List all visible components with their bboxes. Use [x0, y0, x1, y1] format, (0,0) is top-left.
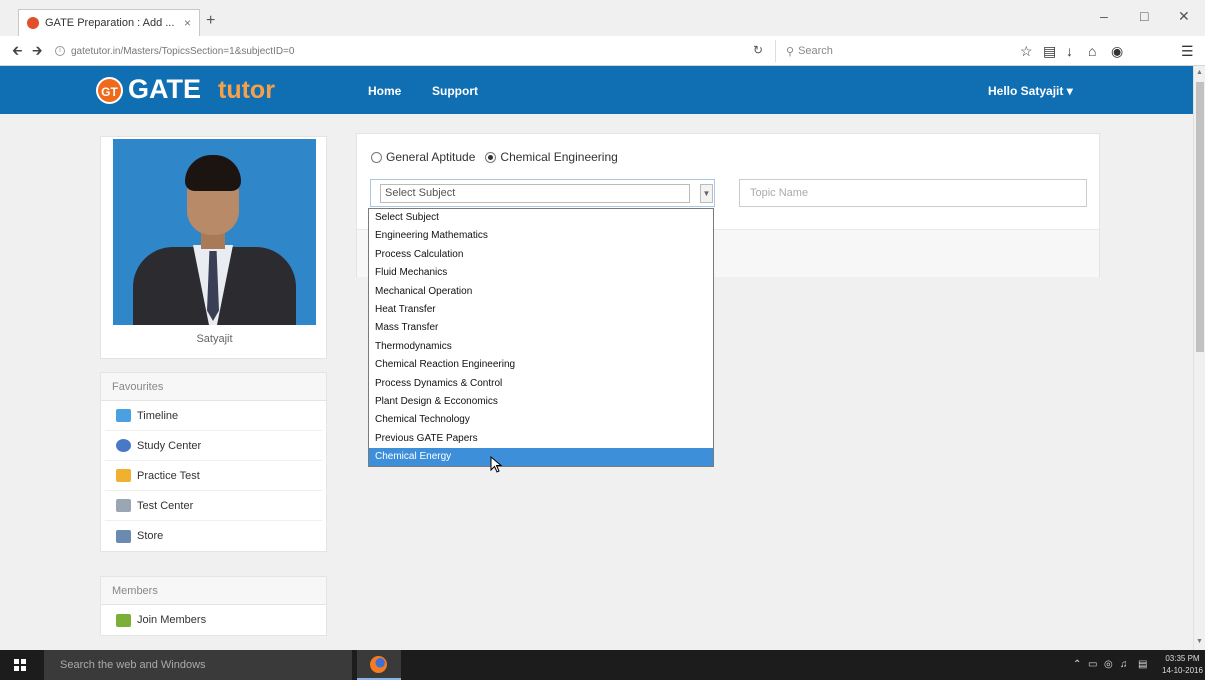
- scroll-thumb[interactable]: [1196, 82, 1204, 352]
- pocket-icon[interactable]: ◉: [1111, 43, 1123, 60]
- radio-general-aptitude-label[interactable]: General Aptitude: [386, 150, 475, 164]
- chevron-down-icon[interactable]: ▼: [700, 184, 713, 203]
- members-item-join[interactable]: Join Members: [105, 605, 322, 635]
- radio-chemical-engineering[interactable]: [485, 151, 497, 163]
- logo-badge[interactable]: GT: [96, 77, 123, 104]
- members-label: Join Members: [137, 614, 207, 626]
- reload-icon[interactable]: ↻: [753, 43, 763, 57]
- download-icon[interactable]: ↓: [1066, 43, 1073, 59]
- bookmark-star-icon[interactable]: ☆: [1020, 43, 1033, 60]
- tray-chevron-icon[interactable]: ⌃: [1073, 659, 1081, 670]
- clock-time: 03:35 PM: [1165, 654, 1200, 663]
- subject-option-highlighted[interactable]: Chemical Energy: [369, 448, 713, 467]
- browser-tabstrip: GATE Preparation : Add ... × + – □ ✕: [0, 0, 1205, 36]
- radio-general-aptitude[interactable]: [371, 151, 382, 163]
- taskbar-search-input[interactable]: Search the web and Windows: [44, 650, 352, 680]
- battery-icon[interactable]: ▭: [1088, 659, 1097, 670]
- favourite-item-practice-test[interactable]: Practice Test: [105, 461, 322, 491]
- search-icon: ⚲: [786, 45, 795, 58]
- subject-option[interactable]: Select Subject: [369, 209, 713, 227]
- topic-name-input[interactable]: Topic Name: [739, 179, 1087, 207]
- radio-chemical-engineering-label[interactable]: Chemical Engineering: [500, 150, 617, 164]
- section-radio-group: General Aptitude Chemical Engineering: [371, 150, 618, 164]
- subject-select-value: Select Subject: [380, 184, 690, 203]
- browser-search-input[interactable]: ⚲ Search: [775, 40, 1005, 62]
- favourite-item-test-center[interactable]: Test Center: [105, 491, 322, 521]
- site-info-icon[interactable]: i: [55, 46, 65, 56]
- favourite-item-store[interactable]: Store: [105, 521, 322, 551]
- reading-list-icon[interactable]: ▤: [1043, 43, 1056, 60]
- subject-select[interactable]: Select Subject ▼: [370, 179, 715, 207]
- members-panel: Members Join Members: [100, 576, 327, 636]
- favourite-label: Study Center: [137, 439, 202, 452]
- url-text: gatetutor.in/Masters/TopicsSection=1&sub…: [71, 45, 295, 57]
- tab-title: GATE Preparation : Add ...: [45, 17, 175, 29]
- windows-taskbar: Search the web and Windows ⌃ ▭ ◎ ♫ ▤ 03:…: [0, 650, 1205, 680]
- subject-option[interactable]: Engineering Mathematics: [369, 227, 713, 245]
- page-scrollbar[interactable]: ▲ ▼: [1193, 66, 1205, 650]
- test-center-icon: [116, 499, 131, 512]
- browser-navbar: 🡰 🡲 i gatetutor.in/Masters/TopicsSection…: [0, 36, 1205, 66]
- favourites-heading: Favourites: [101, 373, 326, 401]
- timeline-icon: [116, 409, 131, 422]
- browser-search-placeholder: Search: [798, 45, 833, 57]
- subject-dropdown-list[interactable]: Select Subject Engineering Mathematics P…: [368, 208, 714, 467]
- network-icon[interactable]: ◎: [1104, 659, 1113, 670]
- maximize-icon[interactable]: □: [1140, 8, 1148, 24]
- practice-test-icon: [116, 469, 131, 482]
- profile-card: Satyajit: [100, 136, 327, 359]
- favourite-item-study-center[interactable]: Study Center: [105, 431, 322, 461]
- store-icon: [116, 529, 131, 543]
- scroll-down-icon[interactable]: ▼: [1196, 638, 1203, 645]
- profile-photo[interactable]: [113, 139, 316, 325]
- minimize-icon[interactable]: –: [1100, 8, 1108, 24]
- subject-option[interactable]: Fluid Mechanics: [369, 264, 713, 282]
- subject-option[interactable]: Heat Transfer: [369, 301, 713, 319]
- nav-support-link[interactable]: Support: [432, 84, 478, 98]
- subject-option[interactable]: Chemical Technology: [369, 411, 713, 429]
- favourite-label: Store: [137, 530, 164, 542]
- logo-gate-text[interactable]: GATE: [128, 74, 201, 105]
- site-favicon-icon: [27, 17, 39, 29]
- windows-start-icon[interactable]: [14, 659, 26, 671]
- favourite-label: Practice Test: [137, 469, 200, 482]
- favourites-panel: Favourites Timeline Study Center Practic…: [100, 372, 327, 552]
- forward-icon[interactable]: 🡲: [32, 42, 43, 64]
- clock-date: 14-10-2016: [1162, 666, 1203, 675]
- nav-home-link[interactable]: Home: [368, 84, 401, 98]
- scroll-up-icon[interactable]: ▲: [1196, 69, 1203, 76]
- subject-option[interactable]: Process Calculation: [369, 246, 713, 264]
- menu-icon[interactable]: ☰: [1181, 43, 1194, 60]
- mouse-cursor-icon: [490, 456, 503, 473]
- logo-tutor-text[interactable]: tutor: [218, 76, 275, 105]
- firefox-taskbar-icon[interactable]: [357, 650, 401, 680]
- subject-option[interactable]: Chemical Reaction Engineering: [369, 356, 713, 374]
- close-window-icon[interactable]: ✕: [1178, 8, 1190, 25]
- user-menu[interactable]: Hello Satyajit ▾: [988, 84, 1073, 98]
- subject-option[interactable]: Mechanical Operation: [369, 283, 713, 301]
- subject-option[interactable]: Thermodynamics: [369, 338, 713, 356]
- taskbar-clock[interactable]: 03:35 PM 14-10-2016: [1162, 653, 1203, 677]
- study-center-icon: [116, 439, 131, 452]
- notification-icon[interactable]: ▤: [1138, 659, 1147, 670]
- address-bar[interactable]: i gatetutor.in/Masters/TopicsSection=1&s…: [55, 41, 775, 61]
- home-icon[interactable]: ⌂: [1088, 43, 1096, 59]
- members-heading: Members: [101, 577, 326, 605]
- profile-name[interactable]: Satyajit: [101, 333, 328, 345]
- subject-option[interactable]: Previous GATE Papers: [369, 430, 713, 448]
- tab-close-icon[interactable]: ×: [184, 16, 191, 30]
- favourite-label: Timeline: [137, 409, 179, 422]
- favourite-item-timeline[interactable]: Timeline: [105, 401, 322, 431]
- back-icon[interactable]: 🡰: [12, 42, 23, 64]
- favourite-label: Test Center: [137, 499, 194, 512]
- browser-tab[interactable]: GATE Preparation : Add ... ×: [18, 9, 200, 36]
- volume-icon[interactable]: ♫: [1120, 659, 1128, 670]
- site-header: GT GATE tutor Home Support Hello Satyaji…: [0, 66, 1193, 114]
- subject-option[interactable]: Process Dynamics & Control: [369, 375, 713, 393]
- new-tab-icon[interactable]: +: [206, 12, 215, 30]
- subject-option[interactable]: Mass Transfer: [369, 319, 713, 337]
- join-members-icon: [116, 613, 131, 627]
- subject-option[interactable]: Plant Design & Ecconomics: [369, 393, 713, 411]
